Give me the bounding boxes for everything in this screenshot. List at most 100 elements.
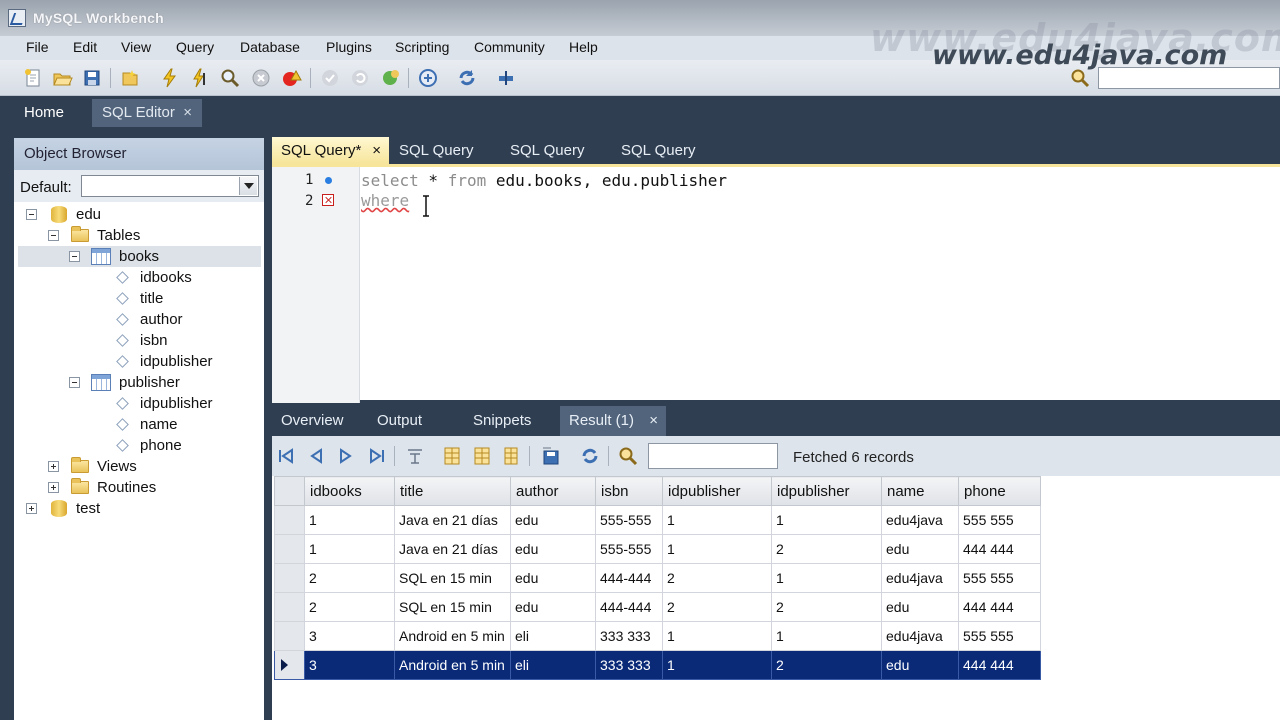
table-cell[interactable]: 1	[662, 505, 772, 535]
close-icon[interactable]: ×	[649, 412, 658, 429]
save-icon[interactable]	[81, 67, 103, 89]
table-cell[interactable]: edu	[881, 534, 959, 564]
table-row-selected[interactable]: 3 Android en 5 min eli 333 333 1 2 edu 4…	[274, 650, 1041, 680]
expand-icon[interactable]	[48, 461, 59, 472]
table-cell[interactable]: 3	[304, 621, 395, 651]
menu-plugins[interactable]: Plugins	[326, 39, 372, 55]
open-folder-icon[interactable]	[51, 67, 73, 89]
table-cell[interactable]: edu	[510, 563, 596, 593]
first-record-icon[interactable]	[275, 445, 297, 467]
table-cell[interactable]: Java en 21 días	[394, 505, 511, 535]
previous-record-icon[interactable]	[305, 445, 327, 467]
table-cell[interactable]: 2	[771, 592, 882, 622]
collapse-icon[interactable]	[69, 251, 80, 262]
table-cell[interactable]: eli	[510, 650, 596, 680]
insert-row-icon[interactable]	[441, 445, 463, 467]
row-header[interactable]	[274, 505, 305, 535]
collapse-icon[interactable]	[69, 377, 80, 388]
commit-icon[interactable]	[319, 67, 341, 89]
menu-file[interactable]: File	[26, 39, 49, 55]
table-cell[interactable]: Android en 5 min	[394, 621, 511, 651]
explain-magnifier-icon[interactable]	[219, 67, 241, 89]
table-cell[interactable]: 444-444	[595, 592, 663, 622]
collapse-icon[interactable]	[26, 209, 37, 220]
table-cell[interactable]: 1	[771, 563, 882, 593]
menu-query[interactable]: Query	[176, 39, 214, 55]
tree-node-column[interactable]: title	[14, 288, 264, 309]
menu-help[interactable]: Help	[569, 39, 598, 55]
table-cell[interactable]: 1	[771, 621, 882, 651]
menu-edit[interactable]: Edit	[73, 39, 97, 55]
table-cell[interactable]: 444 444	[958, 592, 1041, 622]
table-cell[interactable]: 444-444	[595, 563, 663, 593]
tab-snippets[interactable]: Snippets	[464, 406, 558, 436]
table-cell[interactable]: edu	[510, 534, 596, 564]
close-icon[interactable]: ×	[183, 104, 192, 121]
table-cell[interactable]: edu	[510, 505, 596, 535]
table-cell[interactable]: 555-555	[595, 534, 663, 564]
column-header[interactable]: phone	[958, 476, 1041, 506]
last-record-icon[interactable]	[366, 445, 388, 467]
table-cell[interactable]: edu	[881, 650, 959, 680]
table-row[interactable]: 2 SQL en 15 min edu 444-444 2 1 edu4java…	[274, 563, 1041, 593]
table-cell[interactable]: 1	[304, 505, 395, 535]
column-header[interactable]: idpublisher	[662, 476, 772, 506]
table-cell[interactable]: SQL en 15 min	[394, 592, 511, 622]
tree-node-column[interactable]: phone	[14, 435, 264, 456]
tab-sql-editor[interactable]: SQL Editor ×	[92, 99, 202, 127]
table-row[interactable]: 1 Java en 21 días edu 555-555 1 1 edu4ja…	[274, 505, 1041, 535]
table-row[interactable]: 1 Java en 21 días edu 555-555 1 2 edu 44…	[274, 534, 1041, 564]
rollback-icon[interactable]	[349, 67, 371, 89]
table-cell[interactable]: 2	[304, 563, 395, 593]
row-header[interactable]	[274, 621, 305, 651]
tree-node-column[interactable]: idbooks	[14, 267, 264, 288]
table-cell[interactable]: 1	[662, 621, 772, 651]
table-cell[interactable]: 2	[304, 592, 395, 622]
tree-node-column[interactable]: idpublisher	[14, 393, 264, 414]
table-cell[interactable]: 555 555	[958, 505, 1041, 535]
tab-home[interactable]: Home	[24, 104, 64, 121]
table-cell[interactable]: Android en 5 min	[394, 650, 511, 680]
refresh-results-icon[interactable]	[579, 445, 601, 467]
tree-node-column[interactable]: idpublisher	[14, 351, 264, 372]
refresh-icon[interactable]	[456, 67, 478, 89]
menu-scripting[interactable]: Scripting	[395, 39, 449, 55]
table-cell[interactable]: edu4java	[881, 505, 959, 535]
table-cell[interactable]: edu4java	[881, 563, 959, 593]
default-schema-select[interactable]	[81, 175, 259, 197]
column-header[interactable]: idpublisher	[771, 476, 882, 506]
table-cell[interactable]: 2	[662, 563, 772, 593]
edit-row-icon[interactable]	[471, 445, 493, 467]
code-line-2[interactable]: where	[361, 191, 409, 210]
tree-node-edu[interactable]: edu	[14, 204, 264, 225]
row-header[interactable]	[274, 592, 305, 622]
column-header[interactable]: name	[881, 476, 959, 506]
tree-node-tables[interactable]: Tables	[14, 225, 264, 246]
expand-icon[interactable]	[48, 482, 59, 493]
stop-icon[interactable]	[250, 67, 272, 89]
table-cell[interactable]: 444 444	[958, 534, 1041, 564]
tree-node-column[interactable]: name	[14, 414, 264, 435]
table-cell[interactable]: eli	[510, 621, 596, 651]
tab-sql-query[interactable]: SQL Query	[390, 137, 500, 164]
chevron-down-icon[interactable]	[239, 177, 257, 195]
new-file-icon[interactable]	[22, 67, 44, 89]
menu-community[interactable]: Community	[474, 39, 545, 55]
table-cell[interactable]: 3	[304, 650, 395, 680]
table-cell[interactable]: 1	[771, 505, 882, 535]
table-row[interactable]: 3 Android en 5 min eli 333 333 1 1 edu4j…	[274, 621, 1041, 651]
menu-database[interactable]: Database	[240, 39, 300, 55]
tree-node-views[interactable]: Views	[14, 456, 264, 477]
tree-node-column[interactable]: isbn	[14, 330, 264, 351]
toggle-panel-icon[interactable]	[495, 67, 517, 89]
stop-on-error-icon[interactable]	[281, 67, 303, 89]
tree-node-column[interactable]: author	[14, 309, 264, 330]
tree-node-books[interactable]: books	[18, 246, 261, 267]
tab-sql-query-active[interactable]: SQL Query* ×	[272, 137, 389, 164]
reconnect-icon[interactable]	[417, 67, 439, 89]
tree-node-test[interactable]: test	[14, 498, 264, 519]
export-icon[interactable]	[540, 445, 562, 467]
collapse-icon[interactable]	[48, 230, 59, 241]
row-header[interactable]	[274, 563, 305, 593]
column-header[interactable]: author	[510, 476, 596, 506]
